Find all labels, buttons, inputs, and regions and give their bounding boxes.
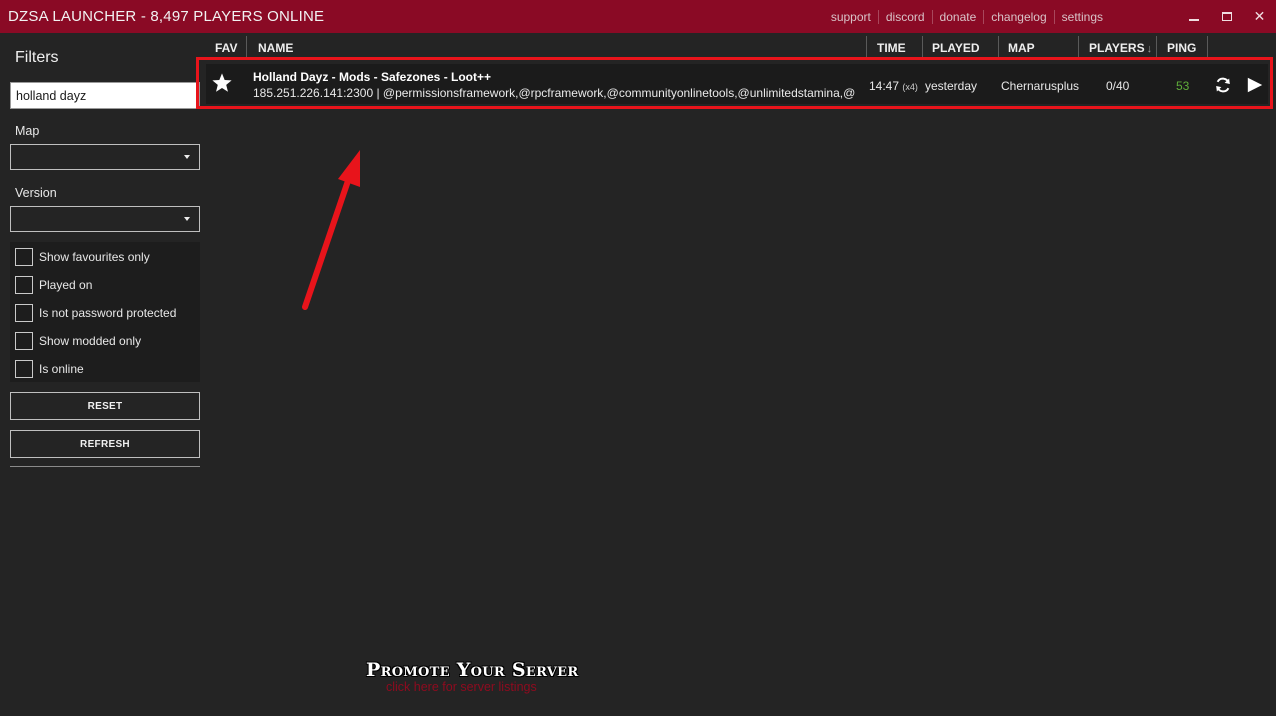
chevron-down-icon — [184, 217, 190, 221]
changelog-link[interactable]: changelog — [983, 10, 1053, 24]
star-icon[interactable] — [211, 72, 233, 94]
promo-title: Promote Your Server — [366, 659, 579, 681]
column-header-played[interactable]: PLAYED — [932, 41, 980, 55]
top-links: support discord donate changelog setting… — [824, 10, 1110, 24]
column-header-fav[interactable]: FAV — [215, 41, 237, 55]
checkbox-played-on[interactable]: Played on — [15, 275, 92, 295]
column-divider — [1078, 36, 1079, 58]
server-row[interactable]: Holland Dayz - Mods - Safezones - Loot++… — [206, 64, 1268, 104]
server-address-mods: 185.251.226.141:2300 | @permissionsframe… — [253, 86, 856, 100]
checkbox-label: Show modded only — [39, 334, 142, 348]
column-header-time[interactable]: TIME — [877, 41, 906, 55]
search-input[interactable] — [10, 82, 200, 109]
filters-title: Filters — [15, 49, 59, 66]
checkbox-show-favourites[interactable]: Show favourites only — [15, 247, 150, 267]
settings-link[interactable]: settings — [1053, 10, 1110, 24]
window-title: DZSA LAUNCHER - 8,497 PLAYERS ONLINE — [8, 8, 325, 25]
checkbox-show-modded[interactable]: Show modded only — [15, 331, 141, 351]
checkbox-box[interactable] — [15, 248, 33, 266]
refresh-button[interactable]: REFRESH — [10, 430, 200, 458]
chevron-down-icon — [184, 155, 190, 159]
checkbox-label: Played on — [39, 278, 93, 292]
checkbox-label: Is online — [39, 362, 84, 376]
filter-checkbox-panel: Show favourites only Played on Is not pa… — [10, 242, 200, 382]
server-time-multiplier: (x4) — [902, 82, 918, 92]
server-ping: 53 — [1176, 79, 1190, 93]
maximize-button[interactable] — [1210, 0, 1243, 33]
column-divider — [998, 36, 999, 58]
server-time-value: 14:47 — [869, 79, 900, 93]
sidebar-divider — [10, 466, 200, 467]
refresh-icon[interactable] — [1214, 76, 1232, 94]
column-header-name[interactable]: NAME — [258, 41, 293, 55]
checkbox-box[interactable] — [15, 304, 33, 322]
column-divider — [922, 36, 923, 58]
reset-button[interactable]: RESET — [10, 392, 200, 420]
maximize-icon — [1221, 12, 1232, 21]
minimize-button[interactable] — [1177, 0, 1210, 33]
sort-down-icon: ↓ — [1146, 43, 1153, 55]
map-dropdown[interactable] — [10, 144, 200, 170]
close-icon: ✕ — [1253, 8, 1266, 24]
donate-link[interactable]: donate — [931, 10, 984, 24]
checkbox-label: Is not password protected — [39, 306, 177, 320]
checkbox-is-online[interactable]: Is online — [15, 359, 84, 379]
title-bar: DZSA LAUNCHER - 8,497 PLAYERS ONLINE sup… — [0, 0, 1276, 33]
column-header-players-label: PLAYERS — [1089, 41, 1145, 55]
checkbox-box[interactable] — [15, 360, 33, 378]
column-divider — [1156, 36, 1157, 58]
column-header-ping[interactable]: PING — [1167, 41, 1196, 55]
server-players: 0/40 — [1106, 79, 1130, 93]
checkbox-label: Show favourites only — [39, 250, 150, 264]
server-table-header: FAV NAME TIME PLAYED MAP PLAYERS ↓ PING — [206, 33, 1276, 59]
version-dropdown[interactable] — [10, 206, 200, 232]
checkbox-box[interactable] — [15, 276, 33, 294]
column-divider — [246, 36, 247, 58]
map-label: Map — [15, 124, 40, 138]
server-map: Chernarusplus — [1001, 79, 1080, 93]
server-time: 14:47 (x4) — [869, 79, 918, 93]
filters-sidebar: Filters Map Version Show favourites only… — [0, 33, 210, 716]
minimize-icon — [1188, 18, 1199, 21]
annotation-arrow-icon — [302, 150, 360, 310]
server-name: Holland Dayz - Mods - Safezones - Loot++ — [253, 70, 492, 84]
version-label: Version — [15, 186, 57, 200]
server-played: yesterday — [925, 79, 978, 93]
play-icon[interactable] — [1246, 76, 1264, 94]
promote-server-banner[interactable]: Promote Your Server click here for serve… — [366, 659, 586, 694]
close-button[interactable]: ✕ — [1243, 0, 1276, 33]
checkbox-box[interactable] — [15, 332, 33, 350]
window-controls: ✕ — [1177, 0, 1276, 33]
column-divider — [1207, 36, 1208, 58]
checkbox-not-password-protected[interactable]: Is not password protected — [15, 303, 176, 323]
support-link[interactable]: support — [824, 10, 878, 24]
column-header-players[interactable]: PLAYERS ↓ — [1089, 41, 1152, 55]
promo-link[interactable]: click here for server listings — [386, 680, 537, 694]
discord-link[interactable]: discord — [877, 10, 932, 24]
column-divider — [866, 36, 867, 58]
column-header-map[interactable]: MAP — [1008, 41, 1035, 55]
